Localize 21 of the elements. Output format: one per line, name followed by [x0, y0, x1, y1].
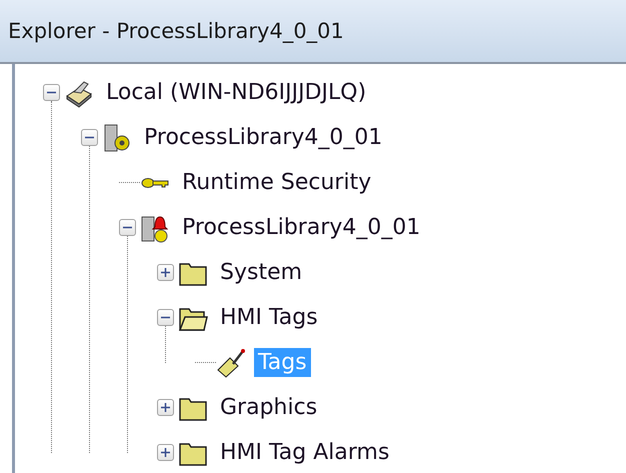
tree-item[interactable]: Graphics	[216, 393, 322, 422]
tree-item[interactable]: ProcessLibrary4_0_01	[178, 213, 424, 242]
expand-toggle[interactable]	[81, 129, 98, 146]
expand-toggle[interactable]	[157, 399, 174, 416]
expand-toggle[interactable]	[43, 84, 60, 101]
window-title: Explorer - ProcessLibrary4_0_01	[8, 19, 344, 43]
tree-item[interactable]: ProcessLibrary4_0_01	[140, 123, 386, 152]
tree-item[interactable]: HMI Tags	[216, 303, 322, 332]
tree-item[interactable]: System	[216, 258, 306, 287]
server-icon	[102, 122, 132, 152]
plus-icon	[161, 403, 170, 412]
tree-item[interactable]: Runtime Security	[178, 168, 376, 197]
tree-item[interactable]: Local (WIN-ND6IJJJDJLQ)	[102, 78, 370, 107]
plus-icon	[161, 268, 170, 277]
tree-item[interactable]: HMI Tag Alarms	[216, 438, 394, 467]
expand-toggle[interactable]	[119, 219, 136, 236]
expand-toggle[interactable]	[157, 264, 174, 281]
expand-toggle[interactable]	[157, 444, 174, 461]
expand-toggle[interactable]	[157, 309, 174, 326]
tag-pencil-icon	[216, 348, 246, 378]
plus-icon	[161, 448, 170, 457]
